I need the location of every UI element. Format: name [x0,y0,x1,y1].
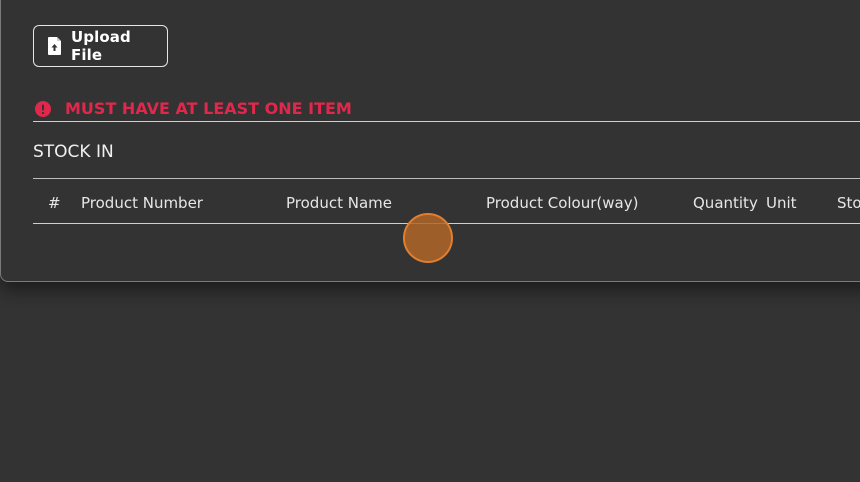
validation-message: MUST HAVE AT LEAST ONE ITEM [65,99,352,118]
section-title: STOCK IN [33,142,114,162]
column-header-stock[interactable]: Sto [837,194,860,212]
column-header-product-colourway[interactable]: Product Colour(way) [486,194,638,212]
upload-file-button[interactable]: Upload File [33,25,168,67]
column-header-product-number[interactable]: Product Number [81,194,203,212]
validation-error: MUST HAVE AT LEAST ONE ITEM [33,98,860,122]
column-header-product-name[interactable]: Product Name [286,194,392,212]
column-header-index[interactable]: # [48,194,61,212]
column-header-unit[interactable]: Unit [766,194,797,212]
file-upload-icon [47,37,63,55]
upload-file-label: Upload File [71,28,131,64]
alert-circle-icon [35,101,51,117]
click-indicator [403,213,453,263]
table-header-row: # Product Number Product Name Product Co… [33,179,860,224]
column-header-quantity[interactable]: Quantity [693,194,758,212]
